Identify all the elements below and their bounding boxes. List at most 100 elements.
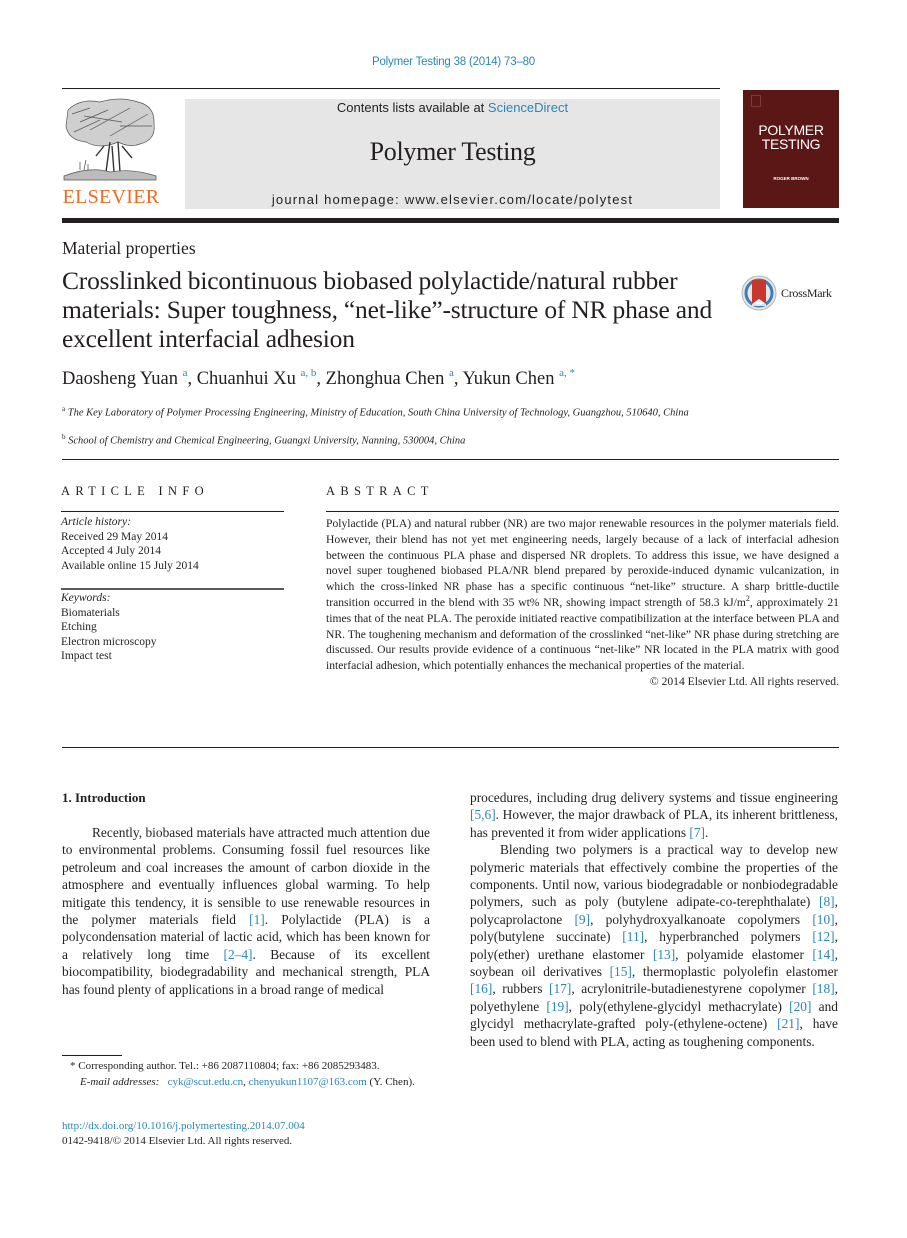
journal-name: Polymer Testing [369,137,536,166]
section-type: Material properties [62,238,196,258]
reference-link[interactable]: [20] [789,999,811,1014]
affiliation-b: b School of Chemistry and Chemical Engin… [62,430,712,449]
keyword: Electron microscopy [61,635,157,648]
reference-link[interactable]: [18] [812,981,834,996]
email-label: E-mail addresses: [80,1075,160,1088]
divider [62,459,839,460]
body-column-left: Recently, biobased materials have attrac… [62,824,430,998]
keyword: Impact test [61,650,112,663]
author-separator: , [316,369,326,389]
reference-link[interactable]: [11] [622,929,644,944]
keyword: Etching [61,621,97,634]
reference-link[interactable]: [10] [812,912,834,927]
text: . However, the major drawback of PLA, it… [470,807,838,840]
reference-link[interactable]: [1] [249,912,265,927]
crossmark-icon [741,275,777,311]
issn-copyright: 0142-9418/© 2014 Elsevier Ltd. All right… [62,1135,293,1147]
footnote-rule [62,1055,122,1056]
text: , hyperbranched polymers [644,929,813,945]
divider [61,511,284,512]
corresponding-author-note: * Corresponding author. Tel.: +86 208711… [70,1060,380,1072]
author-name[interactable]: Yukun Chen [462,369,554,389]
reference-link[interactable]: [9] [574,912,590,927]
author-separator: , [187,369,197,389]
email-link[interactable]: cyk@scut.edu.cn [168,1076,244,1088]
reference-link[interactable]: [19] [546,999,568,1014]
affiliation-mark: a [62,405,66,413]
author-affiliation-mark[interactable]: a [183,367,188,379]
crossmark-button[interactable]: CrossMark [741,274,841,312]
cover-title-line1: POLYMER [758,122,824,138]
paragraph-continued: procedures, including drug delivery syst… [470,789,838,841]
contents-prefix: Contents lists available at [336,100,488,115]
cover-publisher-mark-icon [751,95,761,107]
author-name[interactable]: Zhonghua Chen [326,369,445,389]
abstract-copyright: © 2014 Elsevier Ltd. All rights reserved… [649,674,839,688]
affiliation-text: School of Chemistry and Chemical Enginee… [68,435,466,447]
reference-link[interactable]: [13] [653,947,675,962]
reference-link[interactable]: [14] [812,947,834,962]
reference-link[interactable]: [16] [470,981,492,996]
crossmark-label: CrossMark [781,286,832,300]
reference-link[interactable]: [21] [777,1016,799,1031]
author-list: Daosheng Yuan a, Chuanhui Xu a, b, Zhong… [62,367,575,390]
body-column-right: procedures, including drug delivery syst… [470,789,838,1050]
cover-editor: ROGER BROWN [773,176,809,181]
journal-cover-image[interactable]: POLYMER TESTING ROGER BROWN [743,90,839,208]
text: , rubbers [492,981,550,997]
cover-title: POLYMER TESTING [743,123,839,151]
text: (Y. Chen). [366,1075,415,1088]
email-link[interactable]: chenyukun1107@163.com [249,1076,367,1088]
paragraph: Recently, biobased materials have attrac… [62,824,430,998]
journal-banner: Contents lists available at ScienceDirec… [185,99,720,209]
contents-available-line: Contents lists available at ScienceDirec… [185,100,720,115]
journal-citation-link[interactable]: Polymer Testing 38 (2014) 73–80 [0,56,907,68]
author-name[interactable]: Daosheng Yuan [62,369,178,389]
article-info-heading: ARTICLE INFO [61,484,209,498]
elsevier-wordmark: ELSEVIER [62,186,160,208]
keywords-label: Keywords: [61,592,111,604]
text: . [705,824,709,840]
text: , acrylonitrile-butadienestyrene copolym… [571,981,813,997]
text: Blending two polymers is a practical way… [470,842,838,910]
text: , polyhydroxyalkanoate copolymers [590,911,813,927]
text: , poly(ethylene-glycidyl methacrylate) [568,998,790,1014]
sciencedirect-link[interactable]: ScienceDirect [488,100,568,115]
author-affiliation-mark[interactable]: a, * [559,367,575,379]
reference-link[interactable]: [2–4] [224,947,253,962]
article-title: Crosslinked bicontinuous biobased polyla… [62,266,713,353]
doi-link[interactable]: http://dx.doi.org/10.1016/j.polymertesti… [62,1120,305,1132]
divider [61,588,284,590]
doi-block: http://dx.doi.org/10.1016/j.polymertesti… [62,1119,305,1149]
abstract-heading: ABSTRACT [326,484,434,498]
elsevier-tree-icon [63,98,157,181]
divider [62,747,839,748]
text: procedures, including drug delivery syst… [470,790,838,805]
affiliation-a: a The Key Laboratory of Polymer Processi… [62,402,712,421]
paragraph: Blending two polymers is a practical way… [470,841,838,1050]
reference-link[interactable]: [12] [812,929,834,944]
text: , thermoplastic polyolefin elastomer [631,964,838,980]
received-date: Received 29 May 2014 [61,530,168,543]
cover-title-line2: TESTING [761,136,821,152]
reference-link[interactable]: [5,6] [470,807,496,822]
author-affiliation-mark[interactable]: a, b [301,367,317,379]
elsevier-logo[interactable]: ELSEVIER [60,96,162,212]
reference-link[interactable]: [15] [610,964,632,979]
reference-link[interactable]: [7] [689,825,705,840]
reference-link[interactable]: [17] [549,981,571,996]
affiliation-text: The Key Laboratory of Polymer Processing… [67,407,689,419]
accepted-date: Accepted 4 July 2014 [61,545,161,558]
journal-homepage-link[interactable]: journal homepage: www.elsevier.com/locat… [185,192,720,207]
header-top-rule [62,88,720,89]
divider [326,511,839,512]
author-affiliation-mark[interactable]: a [449,367,454,379]
history-label: Article history: [61,516,131,528]
footnote: * Corresponding author. Tel.: +86 208711… [62,1059,430,1091]
reference-link[interactable]: [8] [819,894,835,909]
text: , polyamide elastomer [675,946,813,962]
abstract-text: Polylactide (PLA) and natural rubber (NR… [326,516,839,690]
author-name[interactable]: Chuanhui Xu [197,369,296,389]
online-date: Available online 15 July 2014 [61,559,199,572]
keywords: Keywords: Biomaterials Etching Electron … [61,591,156,664]
